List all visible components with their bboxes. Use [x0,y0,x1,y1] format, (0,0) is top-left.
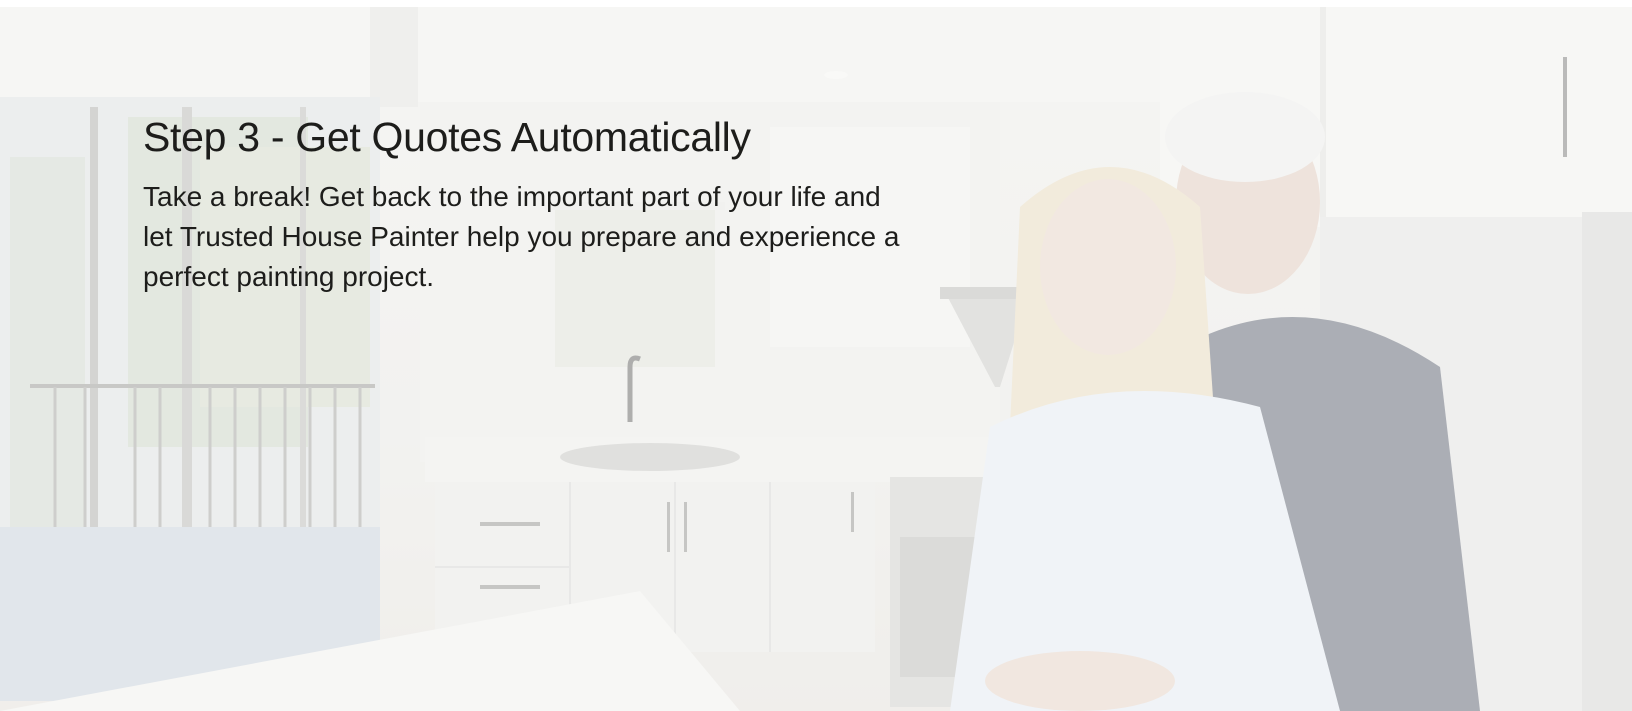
hero-section: Step 3 - Get Quotes Automatically Take a… [0,7,1632,711]
hero-copy: Step 3 - Get Quotes Automatically Take a… [143,111,923,297]
hero-body-text: Take a break! Get back to the important … [143,181,900,292]
hero-title: Step 3 - Get Quotes Automatically [143,114,751,160]
